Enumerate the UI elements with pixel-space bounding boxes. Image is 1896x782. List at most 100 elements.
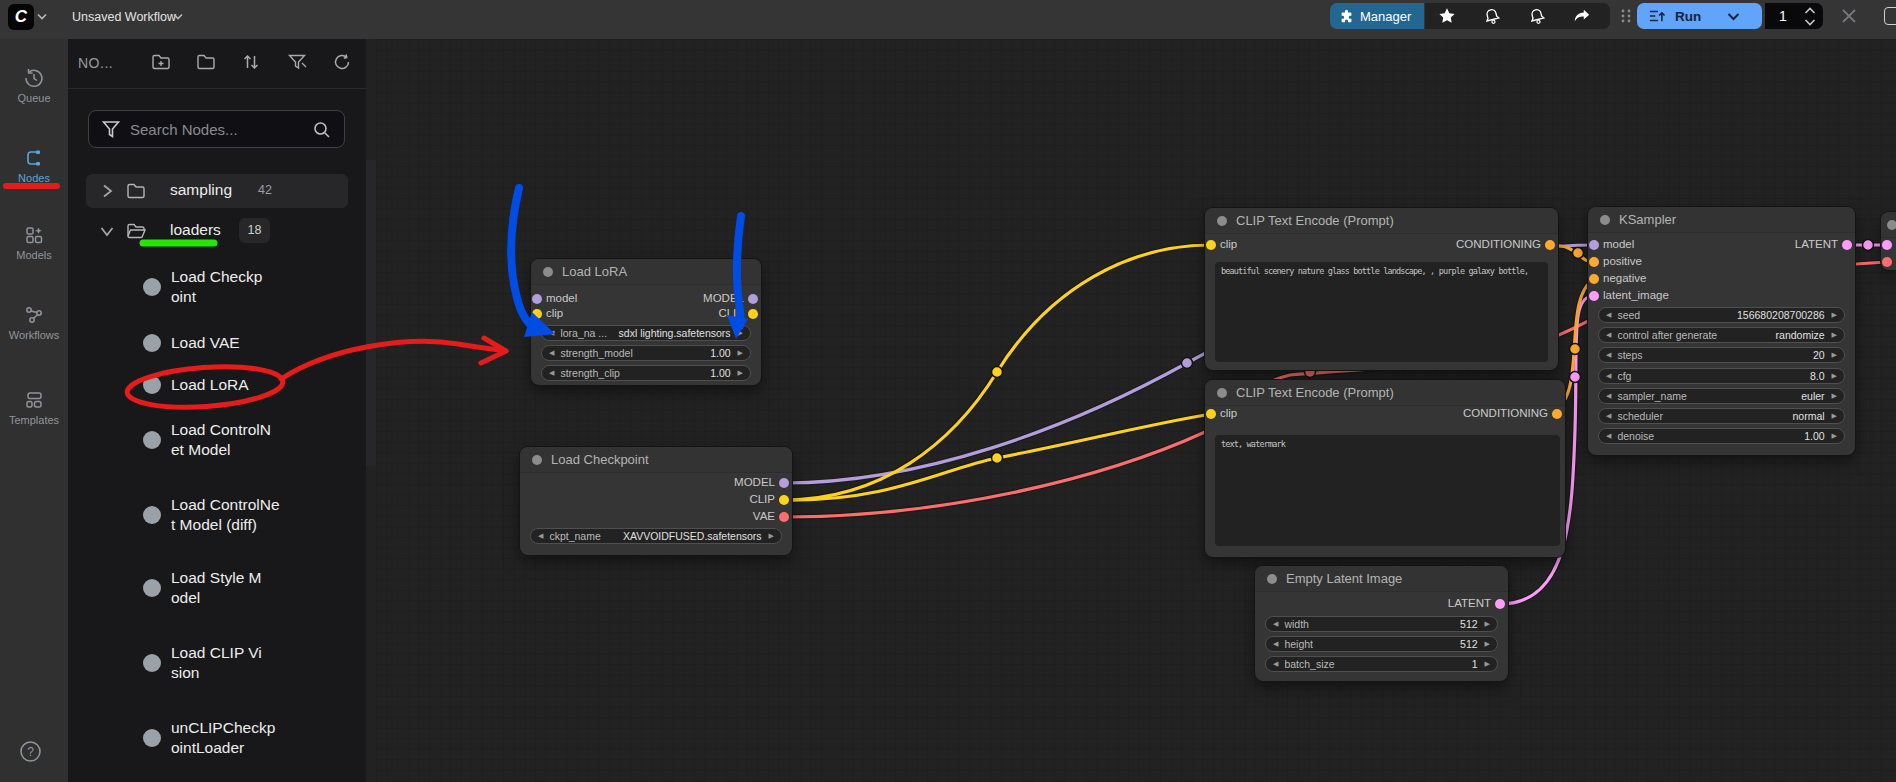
node-load-lora[interactable]: Load LoRA model MODEL clip CLIP ◀lora_na… — [531, 259, 761, 385]
node-load-lora-header[interactable]: Load LoRA — [531, 259, 761, 285]
output-slot-conditioning[interactable] — [1552, 409, 1562, 419]
stepper-arrows-icon[interactable] — [1803, 7, 1817, 26]
widget-lora-name[interactable]: ◀lora_na ...sdxl lighting.safetensors▶ — [541, 325, 751, 341]
partial-window-icon[interactable] — [1884, 7, 1896, 25]
node-ksampler[interactable]: KSampler model LATENT positive negative … — [1588, 207, 1855, 455]
manager-button[interactable]: Manager — [1330, 3, 1424, 29]
sidebar-item-models[interactable]: Models — [0, 225, 68, 261]
refresh-icon[interactable] — [332, 52, 352, 72]
input-slot-model[interactable] — [532, 294, 542, 304]
funnel-icon — [102, 120, 120, 139]
node-item-load-style-model[interactable]: Load Style Model — [143, 568, 261, 608]
node-partial-right[interactable] — [1881, 212, 1896, 270]
node-item-load-clip-vision[interactable]: Load CLIP Vision — [143, 643, 262, 683]
output-slot-model[interactable] — [748, 294, 758, 304]
node-item-load-checkpoint[interactable]: Load Checkpoint — [143, 267, 262, 307]
output-slot-latent[interactable] — [1842, 240, 1852, 250]
share-icon[interactable] — [1573, 7, 1591, 25]
run-button[interactable]: Run — [1637, 3, 1762, 29]
input-slot-clip[interactable] — [532, 309, 542, 319]
input-label: clip — [1220, 238, 1237, 250]
collapse-dot[interactable] — [1600, 215, 1610, 225]
star-icon[interactable] — [1438, 7, 1456, 25]
node-title: KSampler — [1619, 212, 1676, 227]
bell-icon[interactable] — [1528, 7, 1546, 25]
node-load-checkpoint-header[interactable]: Load Checkpoint — [520, 447, 792, 473]
new-folder-icon[interactable] — [151, 52, 171, 72]
input-slot-latent-image[interactable] — [1589, 291, 1599, 301]
panel-scrollbar[interactable] — [366, 160, 376, 466]
prompt-textarea[interactable]: beautiful scenery nature glass bottle la… — [1215, 262, 1548, 362]
input-slot-positive[interactable] — [1589, 257, 1599, 267]
workflows-icon — [24, 305, 44, 325]
widget-denoise[interactable]: ◀denoise1.00▶ — [1598, 428, 1845, 444]
node-item-load-controlnet-diff[interactable]: Load ControlNet Model (diff) — [143, 495, 280, 535]
widget-sampler-name[interactable]: ◀sampler_nameeuler▶ — [1598, 388, 1845, 404]
input-slot-clip[interactable] — [1206, 240, 1216, 250]
collapse-dot[interactable] — [1267, 574, 1277, 584]
widget-width[interactable]: ◀width512▶ — [1265, 616, 1498, 632]
widget-scheduler[interactable]: ◀schedulernormal▶ — [1598, 408, 1845, 424]
output-slot-clip[interactable] — [748, 309, 758, 319]
input-slot-samples[interactable] — [1882, 240, 1892, 250]
tree-folder-loaders[interactable]: loaders 18 — [86, 214, 348, 248]
node-item-load-vae[interactable]: Load VAE — [143, 333, 240, 353]
input-slot-model[interactable] — [1589, 240, 1599, 250]
prompt-textarea[interactable]: text, watermark — [1215, 435, 1560, 546]
node-item-load-lora[interactable]: Load LoRA — [143, 375, 249, 395]
widget-control-after-generate[interactable]: ◀control after generaterandomize▶ — [1598, 327, 1845, 343]
collapse-dot[interactable] — [532, 455, 542, 465]
collapse-dot[interactable] — [1217, 216, 1227, 226]
node-clip-encode-positive[interactable]: CLIP Text Encode (Prompt) clip CONDITION… — [1205, 208, 1558, 370]
output-slot-model[interactable] — [779, 478, 789, 488]
close-icon[interactable] — [1838, 5, 1860, 27]
help-icon[interactable]: ? — [19, 740, 42, 763]
collapse-dot[interactable] — [1217, 388, 1227, 398]
filter-icon[interactable] — [287, 52, 307, 72]
workflow-chevron-icon[interactable] — [173, 13, 183, 20]
bell-icon[interactable] — [1483, 7, 1501, 25]
node-clip-encode-positive-header[interactable]: CLIP Text Encode (Prompt) — [1205, 208, 1558, 234]
sort-icon[interactable] — [241, 52, 261, 72]
output-slot-latent[interactable] — [1495, 599, 1505, 609]
output-slot-conditioning[interactable] — [1545, 240, 1555, 250]
widget-strength-clip[interactable]: ◀strength_clip1.00▶ — [541, 365, 751, 381]
widget-ckpt-name[interactable]: ◀ckpt_nameXAVVOIDFUSED.safetensors▶ — [530, 528, 782, 544]
tree-folder-sampling[interactable]: sampling 42 — [86, 174, 348, 208]
sidebar-item-workflows[interactable]: Workflows — [0, 305, 68, 341]
node-item-label: Load ControlNe — [171, 495, 280, 515]
widget-cfg[interactable]: ◀cfg8.0▶ — [1598, 368, 1845, 384]
batch-count-stepper[interactable]: 1 — [1765, 3, 1823, 29]
widget-batch-size[interactable]: ◀batch_size1▶ — [1265, 656, 1498, 672]
folder-icon[interactable] — [196, 52, 216, 72]
collapse-dot[interactable] — [543, 267, 553, 277]
workflow-name[interactable]: Unsaved Workflow — [72, 10, 176, 24]
widget-steps[interactable]: ◀steps20▶ — [1598, 347, 1845, 363]
node-empty-latent-header[interactable]: Empty Latent Image — [1255, 566, 1508, 592]
node-item-load-controlnet[interactable]: Load ControlNet Model — [143, 420, 271, 460]
node-clip-encode-negative-header[interactable]: CLIP Text Encode (Prompt) — [1205, 380, 1565, 406]
output-slot-vae[interactable] — [779, 512, 789, 522]
sidebar-item-templates[interactable]: Templates — [0, 390, 68, 426]
node-load-checkpoint[interactable]: Load Checkpoint MODEL CLIP VAE ◀ckpt_nam… — [520, 447, 792, 555]
sidebar-item-nodes[interactable]: Nodes — [0, 148, 68, 184]
input-slot-vae[interactable] — [1882, 257, 1892, 267]
search-input[interactable]: Search Nodes... — [88, 110, 345, 148]
drag-handle-icon[interactable] — [1619, 8, 1633, 24]
topbar: C Unsaved Workflow Manager Run 1 — [0, 0, 1896, 39]
sidebar-item-queue[interactable]: Queue — [0, 68, 68, 104]
node-item-label: Load Style M — [171, 568, 261, 588]
widget-height[interactable]: ◀height512▶ — [1265, 636, 1498, 652]
comfyui-logo[interactable]: C — [8, 4, 34, 30]
output-slot-clip[interactable] — [779, 495, 789, 505]
widget-strength-model[interactable]: ◀strength_model1.00▶ — [541, 345, 751, 361]
logo-chevron-icon[interactable] — [37, 13, 47, 20]
widget-seed[interactable]: ◀seed156680208700286▶ — [1598, 307, 1845, 323]
node-empty-latent[interactable]: Empty Latent Image LATENT ◀width512▶ ◀he… — [1255, 566, 1508, 681]
node-ksampler-header[interactable]: KSampler — [1588, 207, 1855, 233]
node-item-unclip-checkpoint-loader[interactable]: unCLIPCheckpointLoader — [143, 718, 275, 758]
input-slot-negative[interactable] — [1589, 274, 1599, 284]
input-slot-clip[interactable] — [1206, 409, 1216, 419]
node-clip-encode-negative[interactable]: CLIP Text Encode (Prompt) clip CONDITION… — [1205, 380, 1565, 557]
run-chevron-icon[interactable] — [1727, 12, 1740, 21]
